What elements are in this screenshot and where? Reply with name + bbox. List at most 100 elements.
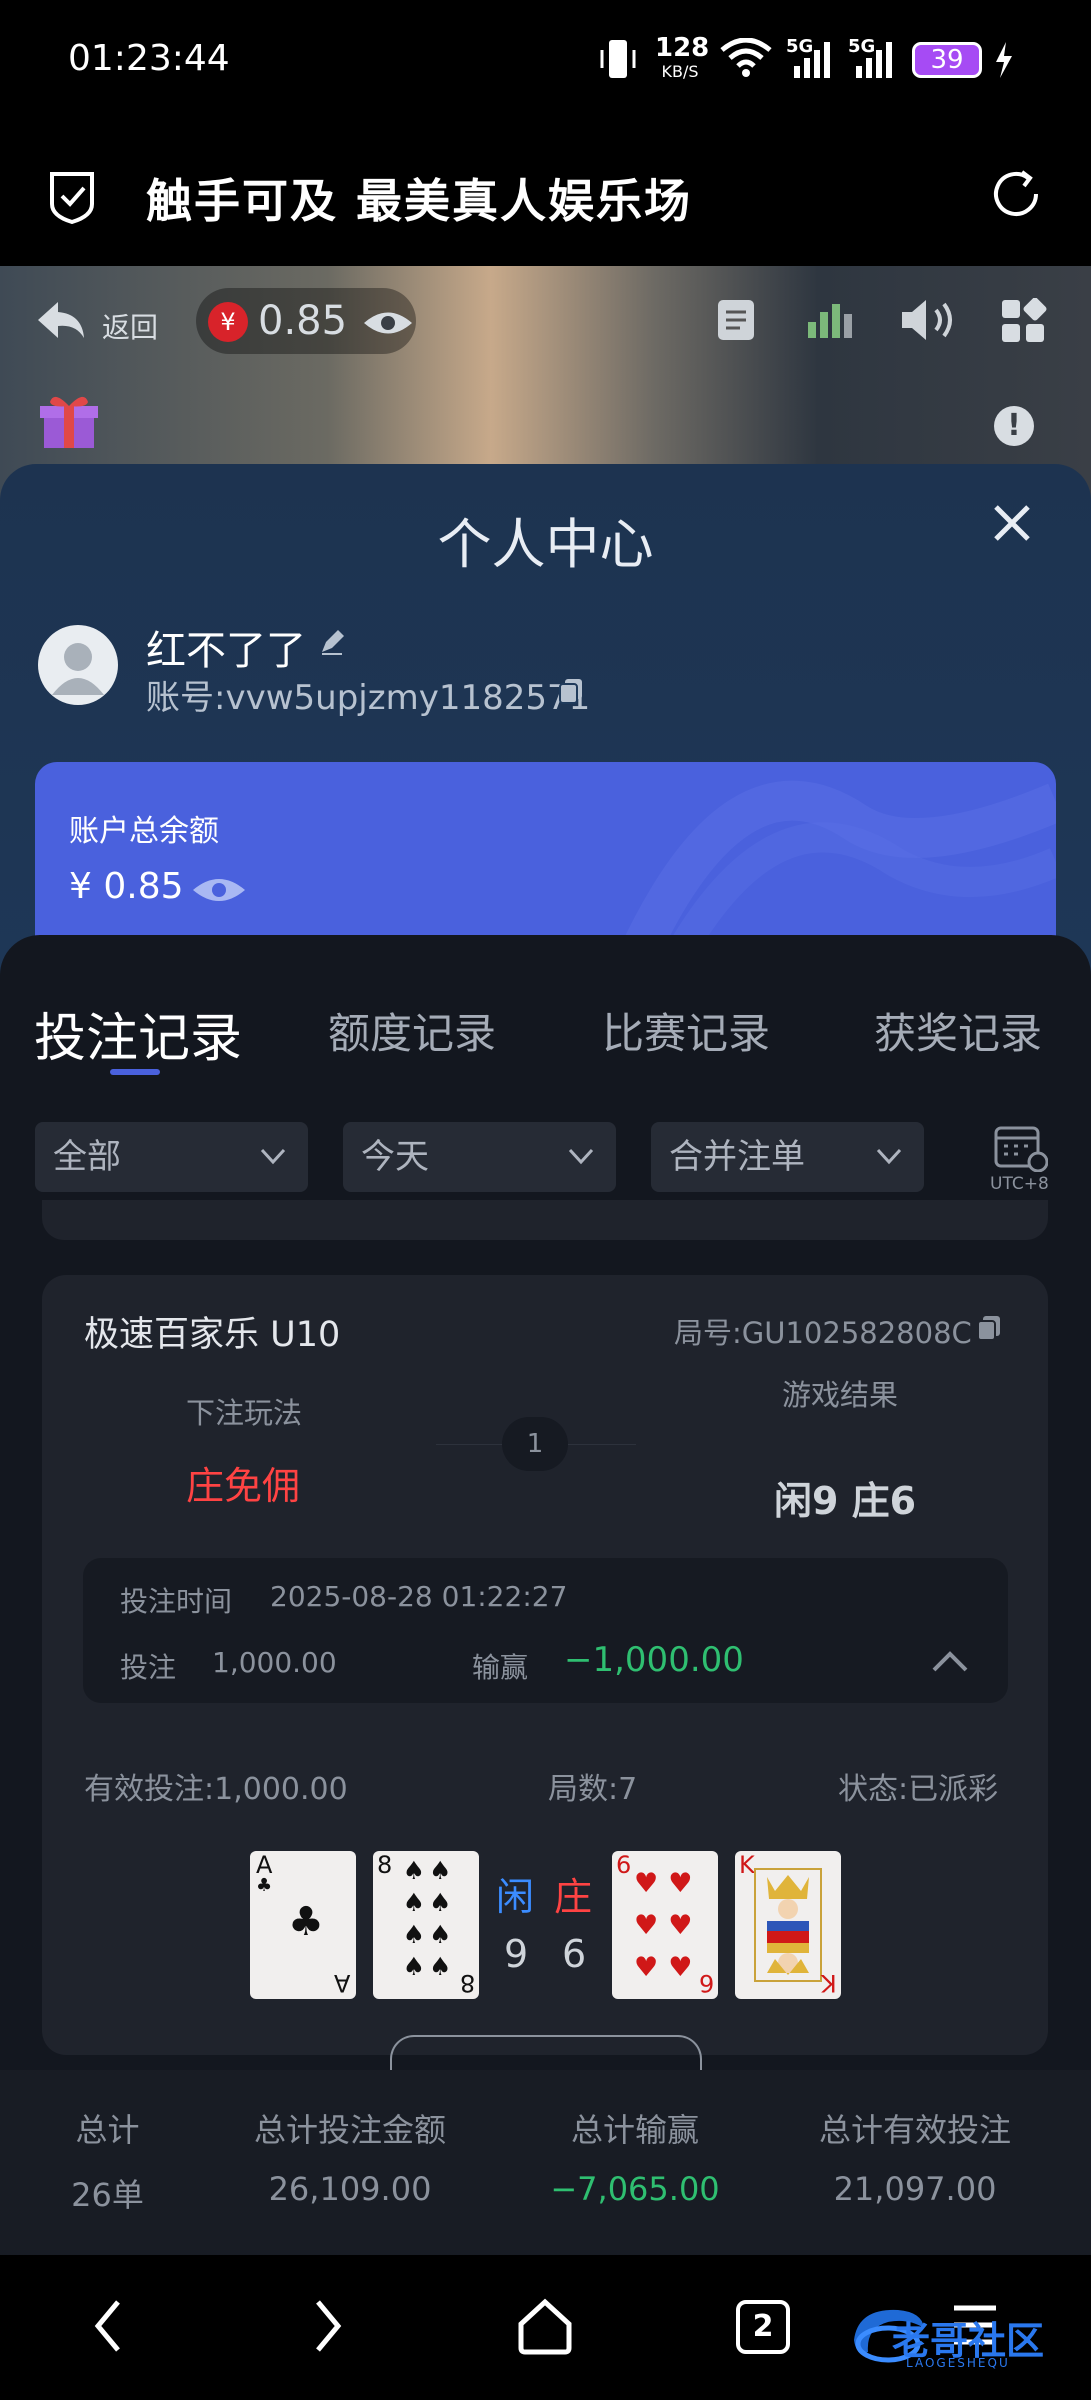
valid-bet: 有效投注:1,000.00: [84, 1772, 348, 1807]
forward-icon[interactable]: [310, 2296, 346, 2360]
alert-icon[interactable]: !: [994, 406, 1034, 446]
spade-pips-icon: ♠♠ ♠♠ ♠♠ ♠♠: [402, 1856, 456, 1981]
timezone-label: UTC+8: [990, 1174, 1049, 1194]
tab-credit-records[interactable]: 额度记录: [328, 1000, 496, 1061]
bet-time-value: 2025-08-28 01:22:27: [270, 1580, 568, 1613]
game-name: 极速百家乐 U10: [84, 1315, 341, 1355]
settle-status: 状态:已派彩: [838, 1772, 999, 1807]
stake-value: 1,000.00: [212, 1646, 337, 1679]
summary-header-winloss: 总计输赢: [570, 2111, 699, 2149]
list-icon[interactable]: [716, 298, 756, 346]
summary-count: 26单: [71, 2176, 144, 2214]
filter-type-select[interactable]: 全部: [35, 1122, 308, 1192]
filter-type-value: 全部: [53, 1137, 121, 1177]
eye-icon[interactable]: [362, 308, 414, 342]
eye-icon[interactable]: [191, 874, 247, 910]
card-rank: A: [256, 1851, 273, 1879]
copy-icon[interactable]: [558, 677, 584, 709]
filter-merge-select[interactable]: 合并注单: [651, 1122, 924, 1192]
banker-card-1: 6 ♥♥ ♥♥ ♥♥ 6: [612, 1851, 718, 1999]
heart-pips-icon: ♥♥ ♥♥ ♥♥: [634, 1868, 703, 1983]
chevron-up-icon[interactable]: [930, 1648, 970, 1678]
card-rank: K: [821, 1969, 837, 1997]
round-count: 局数:7: [548, 1772, 638, 1807]
card-rank: A: [333, 1969, 350, 1997]
active-tab-indicator: [110, 1069, 160, 1075]
summary-winloss: −7,065.00: [550, 2170, 720, 2208]
stats-icon[interactable]: [804, 298, 858, 346]
balance-label: 账户总余额: [69, 814, 219, 849]
copy-icon[interactable]: [976, 1314, 1002, 1346]
charging-icon: [992, 40, 1016, 84]
banker-card-2: K K: [735, 1851, 841, 1999]
player-label: 闲: [496, 1875, 535, 1919]
filter-date-value: 今天: [361, 1137, 429, 1177]
card-rank: 6: [698, 1969, 714, 1997]
bet-time-label: 投注时间: [120, 1585, 233, 1618]
round-label: 局号:: [674, 1316, 742, 1350]
round-id: GU102582808C: [741, 1316, 972, 1350]
summary-bar: [0, 2070, 1091, 2255]
balance-card: 账户总余额 ¥ 0.85: [35, 762, 1056, 962]
vibrate-icon: [598, 36, 638, 90]
king-face-icon: [753, 1867, 823, 1987]
close-icon[interactable]: [990, 490, 1034, 560]
step-badge: 1: [502, 1417, 568, 1471]
tab-switcher-button[interactable]: 2: [736, 2300, 790, 2354]
back-label[interactable]: 返回: [102, 306, 158, 346]
back-arrow-icon[interactable]: [34, 298, 88, 346]
club-icon: ♣: [256, 1875, 273, 1896]
shield-check-icon: [46, 168, 98, 228]
yuan-coin-icon: ¥: [208, 302, 248, 342]
bet-play-label: 下注玩法: [186, 1396, 303, 1430]
tab-prize-records[interactable]: 获奖记录: [874, 1000, 1042, 1061]
battery-indicator: 39: [912, 42, 982, 78]
watermark-subtext: LAOGESHEQU: [906, 2356, 1010, 2370]
net-speed: 128 KB/S: [655, 33, 710, 81]
calendar-icon[interactable]: [992, 1122, 1049, 1176]
gift-icon[interactable]: [38, 390, 100, 456]
bet-play-value: 庄免佣: [186, 1464, 301, 1508]
signal-5g-2-icon: 5G: [848, 36, 898, 84]
player-score: 9: [504, 1932, 529, 1976]
player-card-2: 8 ♠♠ ♠♠ ♠♠ ♠♠ 8: [373, 1851, 479, 1999]
filter-date-select[interactable]: 今天: [343, 1122, 616, 1192]
panel-title: 个人中心: [437, 513, 654, 576]
tab-match-records[interactable]: 比赛记录: [602, 1000, 770, 1061]
card-rank: 6: [616, 1851, 632, 1879]
video-balance: 0.85: [258, 298, 348, 344]
balance-amount: ¥ 0.85: [69, 866, 184, 907]
summary-valid: 21,097.00: [833, 2170, 997, 2208]
refresh-icon[interactable]: [988, 166, 1044, 226]
back-icon[interactable]: [90, 2296, 126, 2360]
page-title: 触手可及 最美真人娱乐场: [146, 174, 693, 228]
banker-label: 庄: [554, 1875, 593, 1919]
clock: 01:23:44: [68, 38, 230, 79]
summary-header-valid: 总计有效投注: [818, 2111, 1011, 2149]
club-icon: ♣: [288, 1899, 324, 1945]
summary-header-stake: 总计投注金额: [253, 2111, 446, 2149]
home-icon[interactable]: [515, 2298, 575, 2360]
edit-icon[interactable]: [318, 628, 346, 660]
round-info: 局号:GU102582808C: [674, 1310, 972, 1352]
avatar[interactable]: [38, 625, 118, 705]
result-label: 游戏结果: [782, 1378, 899, 1412]
account-id: vvw5upjzmy1182571: [225, 678, 591, 718]
username: 红不了了: [146, 628, 306, 674]
card-rank: 8: [377, 1851, 393, 1879]
banker-score: 6: [562, 1932, 587, 1976]
previous-record-card: [42, 1200, 1048, 1240]
account-label: 账号:: [146, 678, 226, 718]
winloss-value: −1,000.00: [564, 1640, 744, 1680]
volume-icon[interactable]: [898, 296, 962, 348]
summary-stake: 26,109.00: [268, 2170, 432, 2208]
summary-header-count: 总计: [75, 2111, 140, 2149]
result-value: 闲9 庄6: [774, 1479, 917, 1523]
tab-bet-records[interactable]: 投注记录: [34, 996, 242, 1071]
stake-label: 投注: [120, 1651, 177, 1684]
wifi-icon: [720, 37, 772, 82]
signal-5g-1-icon: 5G: [786, 36, 836, 84]
card-rank: 8: [459, 1969, 475, 1997]
grid-menu-icon[interactable]: [1000, 297, 1048, 350]
account-info: 账号:vvw5upjzmy1182571: [146, 670, 590, 719]
